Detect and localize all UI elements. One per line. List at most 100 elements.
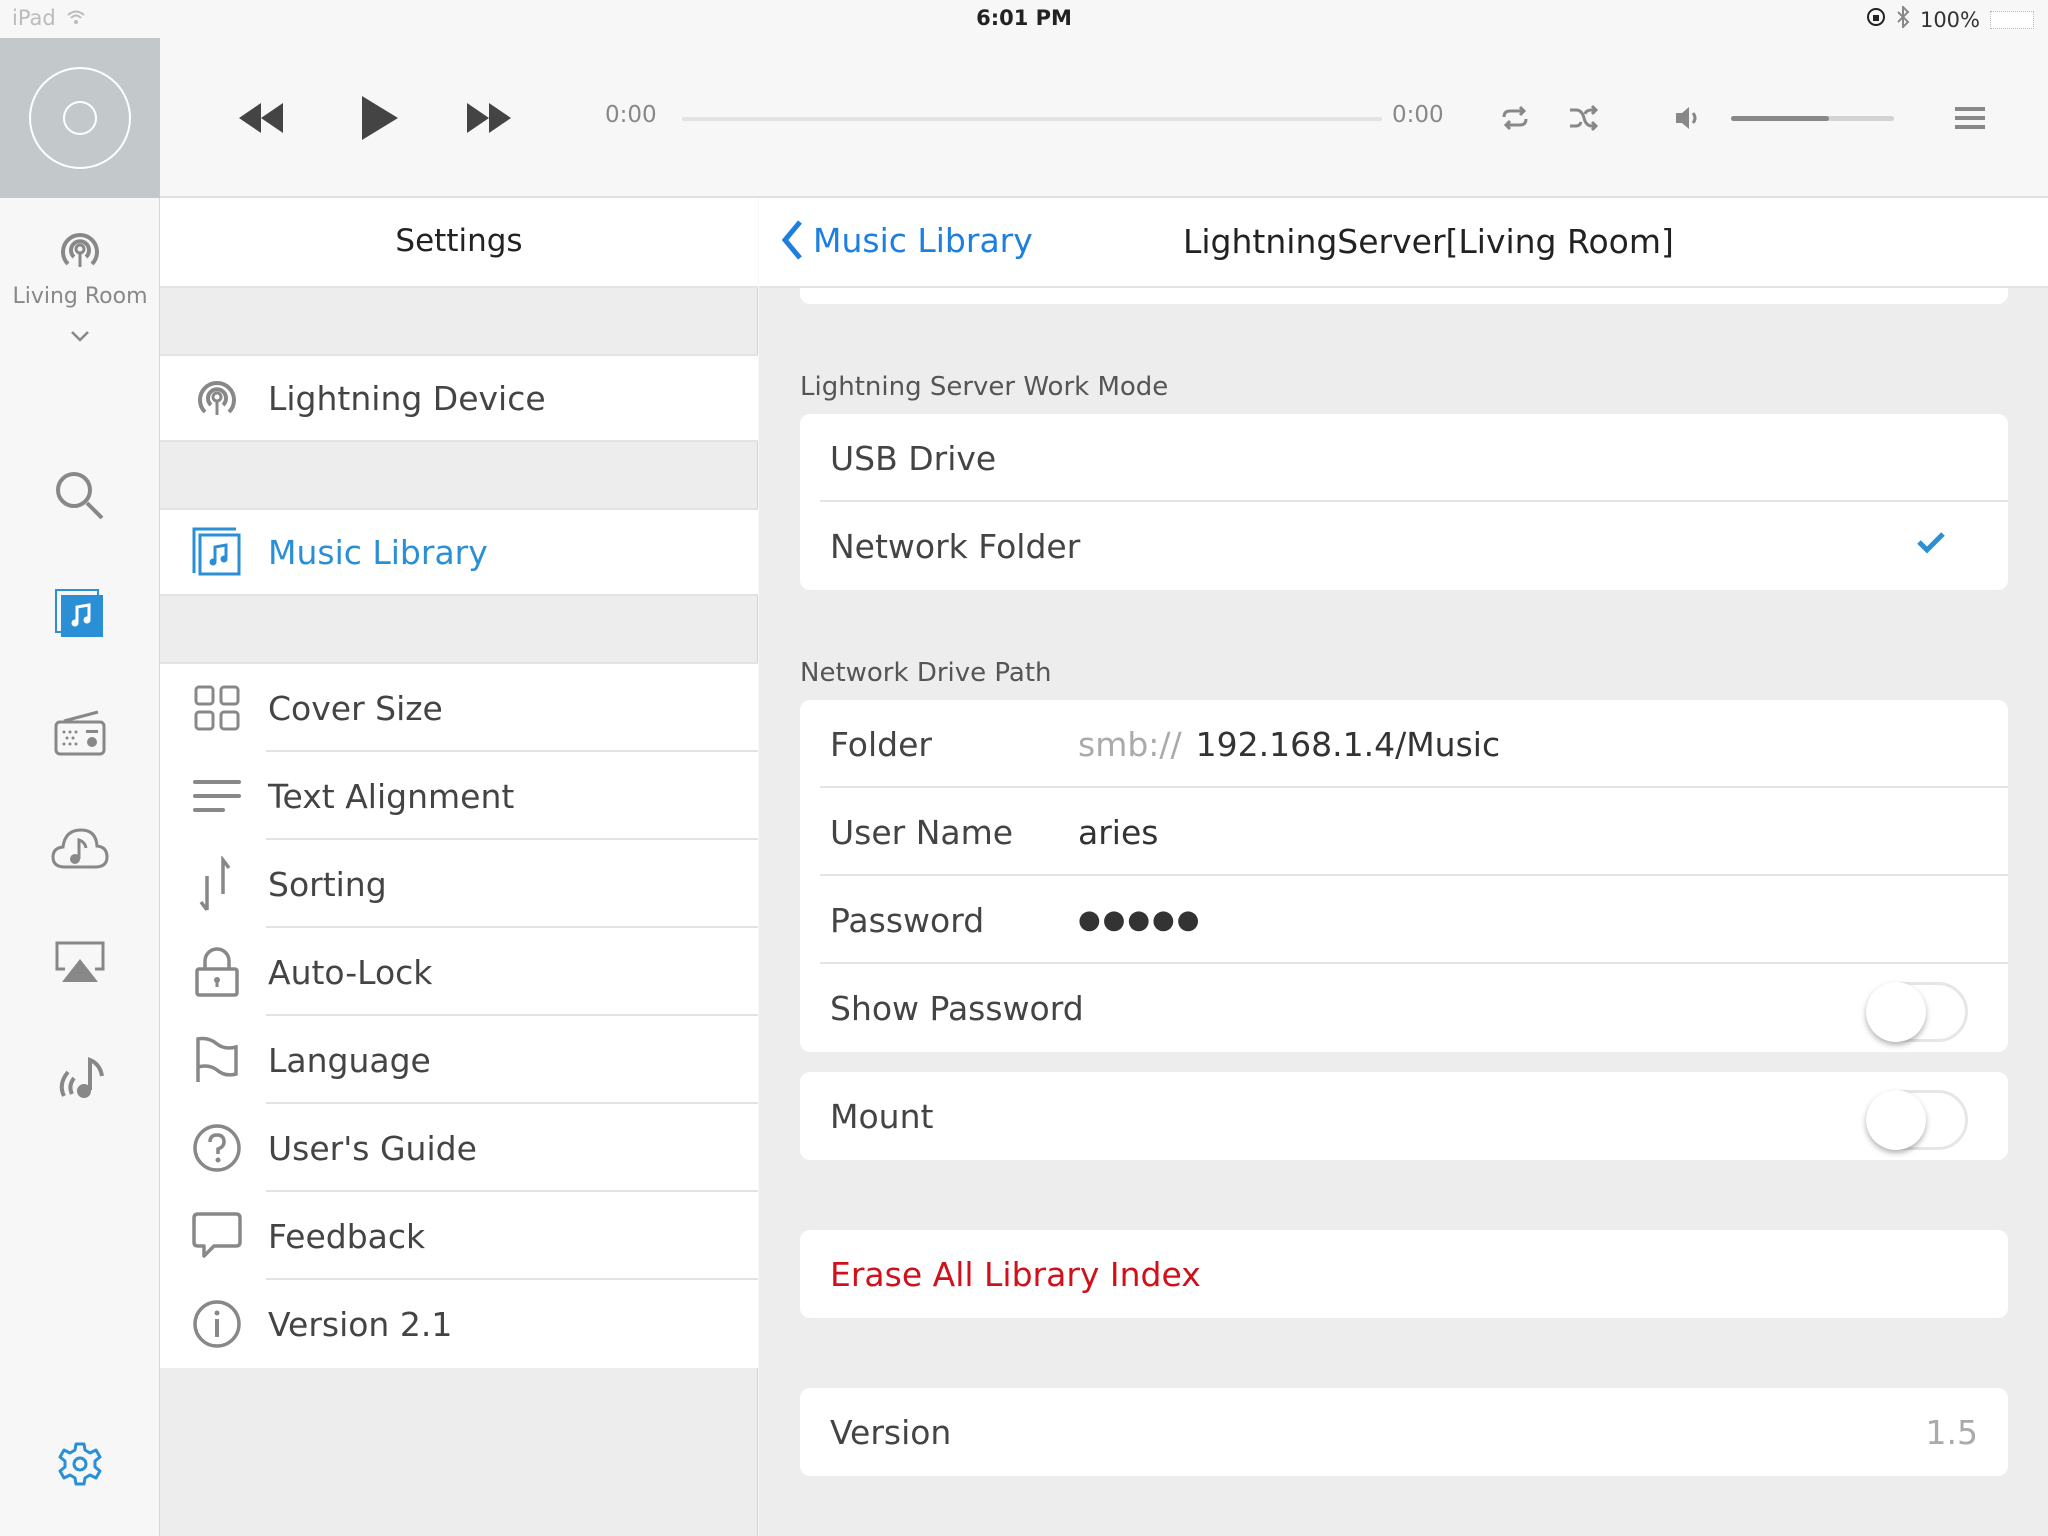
nav-radio[interactable] (40, 703, 120, 763)
toggle-knob (1866, 1090, 1926, 1150)
toggle-knob (1866, 982, 1926, 1042)
back-label: Music Library (813, 220, 1033, 260)
rewind-icon (239, 103, 283, 133)
option-label: USB Drive (830, 438, 997, 478)
player-bar: 0:00 0:00 (0, 38, 2048, 198)
clock: 6:01 PM (976, 6, 1072, 30)
help-icon (192, 1124, 241, 1172)
settings-item-users-guide[interactable]: User's Guide (160, 1104, 758, 1192)
shuffle-button[interactable] (1563, 94, 1603, 142)
detail-header: Music Library LightningServer[Living Roo… (759, 198, 2048, 288)
mount-label: Mount (830, 1096, 934, 1136)
detail-panel: Music Library LightningServer[Living Roo… (759, 198, 2048, 1536)
settings-item-label: Text Alignment (268, 776, 515, 816)
option-label: Network Folder (830, 526, 1081, 566)
settings-item-feedback[interactable]: Feedback (160, 1192, 758, 1280)
battery-icon (1990, 10, 2034, 29)
version-card: Version 1.5 (800, 1388, 2008, 1476)
settings-item-language[interactable]: Language (160, 1016, 758, 1104)
repeat-icon (1502, 105, 1528, 131)
elapsed-time: 0:00 (605, 102, 657, 128)
menu-button[interactable] (1948, 96, 1992, 140)
settings-item-version[interactable]: Version 2.1 (160, 1280, 758, 1368)
nav-streaming[interactable] (40, 1048, 120, 1108)
speech-bubble-icon (191, 1212, 242, 1258)
erase-card: Erase All Library Index (800, 1230, 2008, 1318)
chevron-down-icon (71, 331, 89, 342)
settings-item-sorting[interactable]: Sorting (160, 840, 758, 928)
nav-cloud-music[interactable] (40, 818, 120, 878)
settings-panel: Settings Lightning Device Music Library … (160, 198, 758, 1536)
chevron-left-icon (781, 220, 802, 260)
settings-item-cover-size[interactable]: Cover Size (160, 664, 758, 752)
duration-time: 0:00 (1392, 102, 1444, 128)
folder-label: Folder (830, 724, 932, 764)
album-art[interactable] (0, 38, 160, 198)
settings-item-label: User's Guide (268, 1128, 477, 1168)
username-row[interactable]: User Name aries (800, 788, 2008, 876)
music-library-icon (55, 589, 103, 637)
repeat-button[interactable] (1495, 94, 1535, 142)
nav-airplay[interactable] (40, 932, 120, 992)
username-input[interactable]: aries (1078, 813, 1158, 852)
main-nav: Living Room (0, 198, 160, 1536)
broadcast-icon (197, 380, 236, 415)
section-label-work-mode: Lightning Server Work Mode (800, 372, 1169, 402)
airplay-icon (55, 941, 105, 982)
password-label: Password (830, 900, 985, 940)
sort-icon (199, 856, 230, 912)
option-network-folder[interactable]: Network Folder (800, 502, 2008, 590)
settings-item-music-library[interactable]: Music Library (160, 508, 758, 596)
folder-row[interactable]: Folder smb:// 192.168.1.4/Music (800, 700, 2008, 788)
settings-item-lightning-device[interactable]: Lightning Device (160, 354, 758, 442)
settings-title: Settings (160, 198, 758, 288)
rotation-lock-icon (1866, 7, 1886, 32)
music-library-icon (192, 527, 240, 576)
section-label-network-path: Network Drive Path (800, 658, 1052, 688)
password-input[interactable]: ●●●●● (1078, 905, 1201, 935)
show-password-label: Show Password (830, 988, 1084, 1028)
nav-search[interactable] (40, 466, 120, 526)
username-label: User Name (830, 812, 1014, 852)
mount-row: Mount (800, 1072, 2008, 1160)
gear-icon (58, 1442, 102, 1486)
settings-item-label: Lightning Device (268, 378, 546, 418)
option-usb-drive[interactable]: USB Drive (800, 414, 2008, 502)
nav-settings[interactable] (40, 1434, 120, 1494)
settings-item-label: Cover Size (268, 688, 443, 728)
bluetooth-icon (1896, 4, 1910, 33)
erase-library-button[interactable]: Erase All Library Index (800, 1230, 2008, 1318)
version-value: 1.5 (1925, 1412, 1978, 1452)
status-bar: iPad 6:01 PM 100% (0, 0, 2048, 38)
password-row[interactable]: Password ●●●●● (800, 876, 2008, 964)
room-name[interactable]: Living Room (0, 284, 160, 309)
show-password-toggle[interactable] (1866, 982, 1968, 1042)
battery-percent: 100% (1919, 7, 1980, 32)
hamburger-icon (1955, 107, 1985, 129)
fast-forward-button[interactable] (460, 94, 520, 142)
network-card: Folder smb:// 192.168.1.4/Music User Nam… (800, 700, 2008, 1052)
room-dropdown[interactable] (40, 316, 120, 356)
rewind-button[interactable] (232, 94, 292, 142)
back-button[interactable]: Music Library (781, 220, 1033, 260)
settings-item-label: Music Library (268, 532, 488, 572)
grid-icon (194, 685, 239, 731)
show-password-row: Show Password (800, 964, 2008, 1052)
progress-bar[interactable] (682, 117, 1382, 121)
room-selector[interactable] (40, 220, 120, 280)
lock-icon (194, 947, 239, 997)
cloud-music-icon (51, 828, 109, 869)
volume-icon (1668, 94, 1708, 142)
mount-toggle[interactable] (1866, 1090, 1968, 1150)
folder-input[interactable]: 192.168.1.4/Music (1196, 725, 1500, 764)
flag-icon (195, 1036, 238, 1082)
play-icon (362, 96, 398, 140)
settings-item-label: Feedback (268, 1216, 426, 1256)
nav-music-library[interactable] (40, 584, 120, 644)
settings-item-auto-lock[interactable]: Auto-Lock (160, 928, 758, 1016)
play-button[interactable] (350, 88, 410, 148)
settings-item-text-alignment[interactable]: Text Alignment (160, 752, 758, 840)
detail-title: LightningServer[Living Room] (1183, 222, 1674, 261)
volume-slider[interactable] (1731, 116, 1894, 121)
version-row: Version 1.5 (800, 1388, 2008, 1476)
